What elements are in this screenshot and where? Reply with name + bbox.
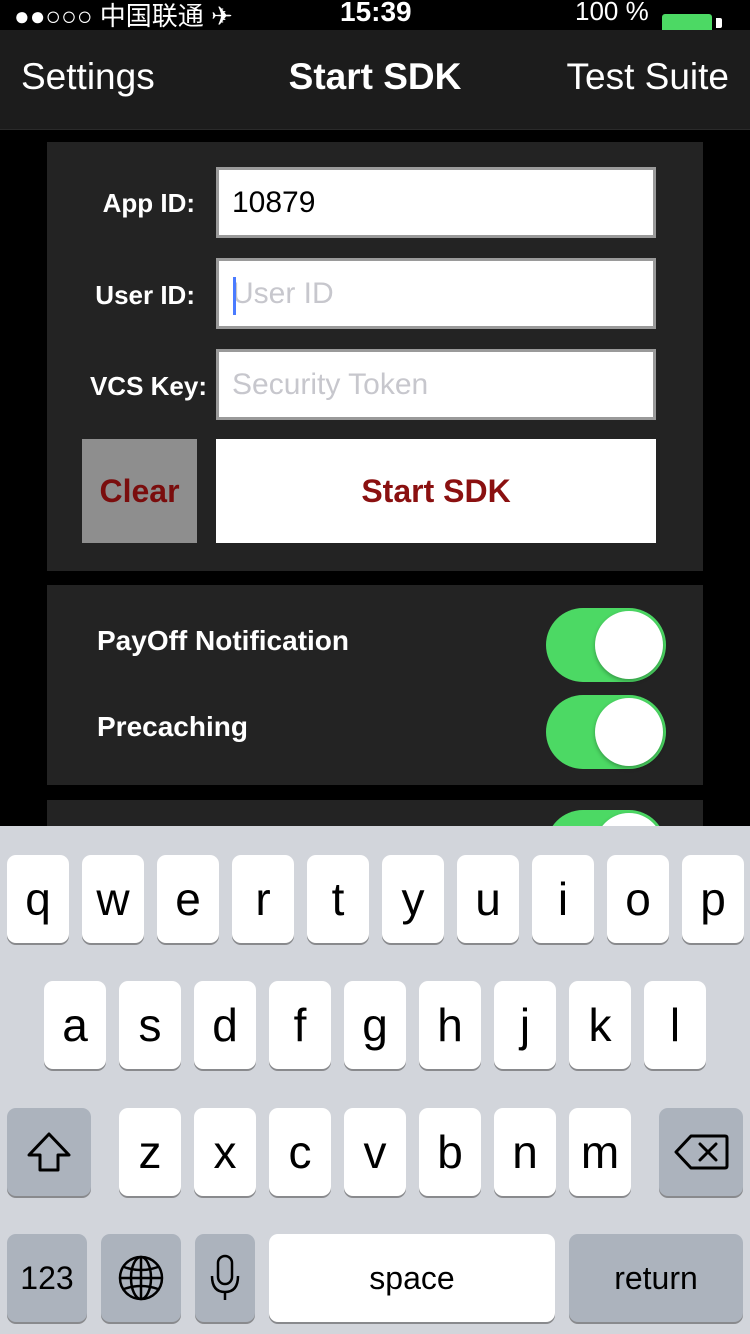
key-h[interactable]: h — [419, 981, 481, 1069]
key-k[interactable]: k — [569, 981, 631, 1069]
battery-tip — [716, 18, 722, 28]
vcs-key-field[interactable] — [216, 349, 656, 420]
payoff-notification-toggle[interactable] — [546, 608, 666, 682]
precaching-label: Precaching — [97, 711, 248, 742]
sdk-form-panel: App ID: User ID: VCS Key: Clear Start SD… — [47, 142, 703, 571]
user-id-field[interactable] — [216, 258, 656, 329]
key-g[interactable]: g — [344, 981, 406, 1069]
precaching-toggle[interactable] — [546, 695, 666, 769]
key-w[interactable]: w — [82, 855, 144, 943]
key-p[interactable]: p — [682, 855, 744, 943]
key-j[interactable]: j — [494, 981, 556, 1069]
key-x[interactable]: x — [194, 1108, 256, 1196]
key-v[interactable]: v — [344, 1108, 406, 1196]
toggle-knob — [595, 698, 663, 766]
microphone-icon — [210, 1254, 240, 1300]
key-m[interactable]: m — [569, 1108, 631, 1196]
test-suite-button[interactable]: Test Suite — [567, 56, 729, 98]
shift-icon — [27, 1132, 71, 1172]
key-i[interactable]: i — [532, 855, 594, 943]
key-n[interactable]: n — [494, 1108, 556, 1196]
key-t[interactable]: t — [307, 855, 369, 943]
clear-button[interactable]: Clear — [82, 439, 197, 543]
numbers-key[interactable]: 123 — [7, 1234, 87, 1322]
key-y[interactable]: y — [382, 855, 444, 943]
delete-icon — [674, 1134, 729, 1170]
app-id-label: App ID: — [102, 188, 195, 218]
dictation-key[interactable] — [195, 1234, 255, 1322]
carrier-label: ●●○○○ 中国联通 ✈ — [14, 1, 233, 31]
status-bar: ●●○○○ 中国联通 ✈ 15:39 100 % — [0, 0, 750, 34]
shift-key[interactable] — [7, 1108, 91, 1196]
key-f[interactable]: f — [269, 981, 331, 1069]
software-keyboard: q w e r t y u i o p a s d f g h j k l z … — [0, 826, 750, 1334]
battery-percent: 100 % — [575, 0, 649, 26]
nav-bar: Settings Start SDK Test Suite — [0, 30, 750, 130]
vcs-key-label: VCS Key: — [89, 371, 207, 401]
key-c[interactable]: c — [269, 1108, 331, 1196]
toggle-knob — [595, 611, 663, 679]
key-r[interactable]: r — [232, 855, 294, 943]
space-key[interactable]: space — [269, 1234, 555, 1322]
key-e[interactable]: e — [157, 855, 219, 943]
start-sdk-button[interactable]: Start SDK — [216, 439, 656, 543]
payoff-notification-label: PayOff Notification — [97, 625, 350, 656]
globe-key[interactable] — [101, 1234, 181, 1322]
toggles-panel: PayOff Notification Precaching — [47, 585, 703, 785]
key-s[interactable]: s — [119, 981, 181, 1069]
key-q[interactable]: q — [7, 855, 69, 943]
key-b[interactable]: b — [419, 1108, 481, 1196]
globe-icon — [118, 1255, 164, 1301]
user-id-label: User ID: — [95, 280, 195, 310]
text-cursor — [233, 277, 236, 315]
key-a[interactable]: a — [44, 981, 106, 1069]
delete-key[interactable] — [659, 1108, 743, 1196]
key-z[interactable]: z — [119, 1108, 181, 1196]
key-l[interactable]: l — [644, 981, 706, 1069]
key-o[interactable]: o — [607, 855, 669, 943]
return-key[interactable]: return — [569, 1234, 743, 1322]
key-d[interactable]: d — [194, 981, 256, 1069]
key-u[interactable]: u — [457, 855, 519, 943]
app-id-field[interactable] — [216, 167, 656, 238]
status-time: 15:39 — [340, 0, 412, 27]
